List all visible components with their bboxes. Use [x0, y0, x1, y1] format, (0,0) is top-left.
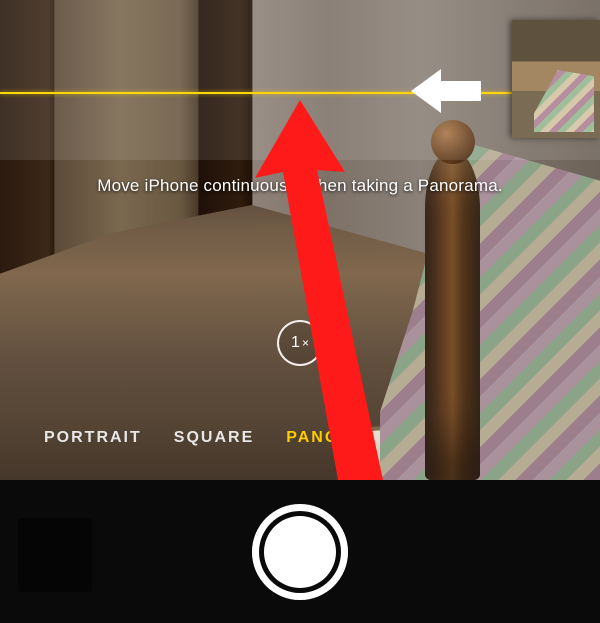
zoom-button[interactable]: 1 × [277, 320, 323, 366]
zoom-suffix: × [302, 336, 309, 350]
mode-square[interactable]: SQUARE [174, 429, 254, 447]
mode-portrait[interactable]: PORTRAIT [44, 429, 142, 447]
mode-pano[interactable]: PANO [286, 429, 339, 447]
camera-mode-row: PORTRAIT SQUARE PANO [0, 423, 600, 453]
arrow-left-icon [411, 66, 481, 116]
pano-instruction-text: Move iPhone continuously when taking a P… [0, 176, 600, 196]
pano-top-band [0, 0, 600, 160]
pano-preview-strip [512, 20, 600, 138]
camera-bottom-bar [0, 480, 600, 623]
last-photo-thumbnail[interactable] [18, 518, 92, 592]
camera-viewfinder[interactable]: Move iPhone continuously when taking a P… [0, 0, 600, 480]
shutter-button[interactable] [252, 504, 348, 600]
zoom-value: 1 [291, 334, 300, 352]
pano-direction-arrow[interactable] [411, 66, 481, 116]
pano-guideline [0, 92, 600, 94]
